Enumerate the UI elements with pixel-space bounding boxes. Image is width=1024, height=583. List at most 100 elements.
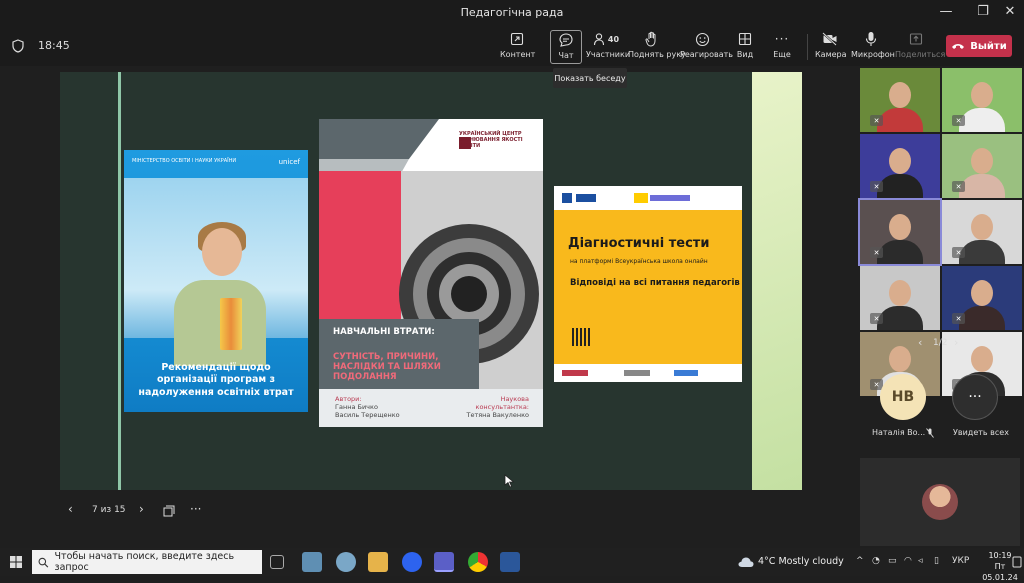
microphone-label: Микрофон: [851, 50, 895, 59]
windows-start-icon[interactable]: [10, 556, 22, 568]
app-icon-1[interactable]: [302, 552, 322, 572]
maximize-button[interactable]: ❐: [973, 4, 993, 19]
raise-hand-button[interactable]: Поднять руку: [628, 30, 686, 64]
consultant-label: Наукова консультантка:: [475, 395, 529, 412]
content-button[interactable]: Контент: [500, 30, 535, 64]
ellipsis-icon: ···: [774, 32, 790, 46]
participant-face: [971, 214, 993, 240]
participant-body: [959, 306, 1005, 330]
avatar[interactable]: НВ: [880, 374, 926, 420]
unicef-logo: unicef: [278, 158, 300, 166]
teams-icon[interactable]: [434, 552, 454, 572]
participant-body: [877, 108, 923, 132]
minimize-button[interactable]: —: [936, 4, 956, 19]
participants-button[interactable]: 40 Участники: [586, 30, 630, 64]
participant-tile[interactable]: ✕: [860, 266, 940, 330]
mic-muted-icon: ✕: [870, 181, 883, 192]
cloud-icon: [738, 557, 754, 567]
microphone-button[interactable]: Микрофон: [851, 30, 895, 64]
participant-body: [959, 174, 1005, 198]
share-button[interactable]: Поделиться: [895, 30, 945, 64]
participant-tile[interactable]: ✕: [942, 200, 1022, 264]
chrome-icon[interactable]: [468, 552, 488, 572]
people-icon: [593, 33, 604, 46]
slide-more-button[interactable]: ···: [190, 502, 201, 516]
participant-tile[interactable]: ✕: [942, 134, 1022, 198]
shared-content-stage: МІНІСТЕРСТВО ОСВІТИ І НАУКИ УКРАЇНИ unic…: [60, 72, 802, 490]
slide-accent-line: [118, 72, 121, 490]
network-icon[interactable]: ▭: [888, 556, 897, 566]
book-cover-recommendations: МІНІСТЕРСТВО ОСВІТИ І НАУКИ УКРАЇНИ unic…: [124, 150, 308, 412]
slides-overview-icon[interactable]: [163, 505, 175, 517]
gallery-page: 1/2: [933, 338, 948, 348]
participant-tile[interactable]: ✕: [942, 266, 1022, 330]
shield-icon: [12, 39, 24, 53]
participant-face: [971, 82, 993, 108]
authors-names: Ганна Бичко Василь Терещенко: [335, 403, 400, 420]
authors-block: Автори: Ганна Бичко Василь Терещенко: [335, 395, 400, 419]
participant-face: [889, 280, 911, 306]
tray-app-icon[interactable]: ◔: [872, 556, 880, 566]
close-button[interactable]: ✕: [1000, 4, 1020, 19]
poster-sponsor-logos: [554, 364, 742, 382]
gallery-prev-button[interactable]: ‹: [918, 336, 922, 349]
poster-subheading: на платформі Всеукраїнська школа онлайн: [570, 258, 708, 265]
gallery-next-button[interactable]: ›: [954, 336, 958, 349]
poster-logos: [554, 186, 742, 210]
mic-muted-icon: ✕: [870, 313, 883, 324]
see-all-button[interactable]: ···: [952, 374, 998, 420]
notifications-icon[interactable]: [1012, 556, 1022, 568]
language-indicator[interactable]: УКР: [952, 556, 969, 566]
chat-tooltip: Показать беседу: [553, 68, 627, 88]
task-view-icon[interactable]: [270, 555, 284, 569]
mic-muted-icon: ✕: [870, 115, 883, 126]
participant-face: [889, 214, 911, 240]
smiley-icon: [680, 30, 724, 48]
word-icon[interactable]: [500, 552, 520, 572]
participant-tile[interactable]: ✕: [858, 198, 942, 266]
mouse-cursor-icon: [504, 474, 515, 488]
participant-body: [877, 174, 923, 198]
zoom-icon[interactable]: [402, 552, 422, 572]
share-screen-icon: [500, 30, 534, 48]
hand-icon: [628, 30, 676, 48]
authors-label: Автори:: [335, 395, 362, 403]
view-button[interactable]: Вид: [732, 30, 758, 64]
wifi-icon[interactable]: ◠: [904, 556, 912, 566]
battery-icon[interactable]: ▯: [934, 556, 939, 566]
toolbar-divider: [807, 34, 808, 60]
chat-button[interactable]: Чат: [550, 30, 582, 64]
book-title-main: НАВЧАЛЬНІ ВТРАТИ:: [333, 327, 435, 337]
participant-tile[interactable]: ✕: [942, 68, 1022, 132]
leave-button[interactable]: Выйти: [946, 35, 1012, 57]
prev-slide-button[interactable]: ‹: [68, 502, 73, 516]
participant-face: [971, 280, 993, 306]
mic-muted-icon: ✕: [952, 181, 965, 192]
window-title-bar: Педагогічна рада — ❐ ✕: [0, 0, 1024, 26]
window-title: Педагогічна рада: [460, 6, 564, 19]
search-placeholder: Чтобы начать поиск, введите здесь запрос: [54, 551, 235, 573]
participant-tile[interactable]: ✕: [860, 134, 940, 198]
chat-icon: [551, 31, 581, 49]
book-title-sub: СУТНІСТЬ, ПРИЧИНИ, НАСЛІДКИ ТА ШЛЯХИ ПОД…: [333, 352, 441, 383]
participant-tile[interactable]: ✕: [860, 68, 940, 132]
poster-heading: Діагностичні тести: [568, 236, 710, 251]
camera-button[interactable]: Камера: [815, 30, 847, 64]
mic-muted-icon: ✕: [952, 115, 965, 126]
more-button[interactable]: ··· Еще: [768, 30, 796, 64]
search-icon: [38, 557, 49, 568]
reactions-button[interactable]: Реагировать: [680, 30, 733, 64]
app-icon-2[interactable]: [336, 552, 356, 572]
volume-icon[interactable]: ◃: [918, 556, 923, 566]
book-title: Рекомендації щодо організації програм з …: [138, 362, 294, 398]
file-explorer-icon[interactable]: [368, 552, 388, 572]
mic-muted-icon: [926, 428, 934, 438]
qr-code: [572, 328, 590, 346]
ministry-header: МІНІСТЕРСТВО ОСВІТИ І НАУКИ УКРАЇНИ: [132, 158, 237, 164]
taskbar-search[interactable]: Чтобы начать поиск, введите здесь запрос: [32, 550, 262, 574]
meeting-toolbar: 18:45 Контент Чат 40 Участники Поднять р…: [0, 26, 1024, 66]
participant-body: [959, 240, 1005, 264]
tray-chevron-icon[interactable]: ^: [856, 556, 864, 566]
next-slide-button[interactable]: ›: [139, 502, 144, 516]
mic-muted-icon: ✕: [952, 313, 965, 324]
